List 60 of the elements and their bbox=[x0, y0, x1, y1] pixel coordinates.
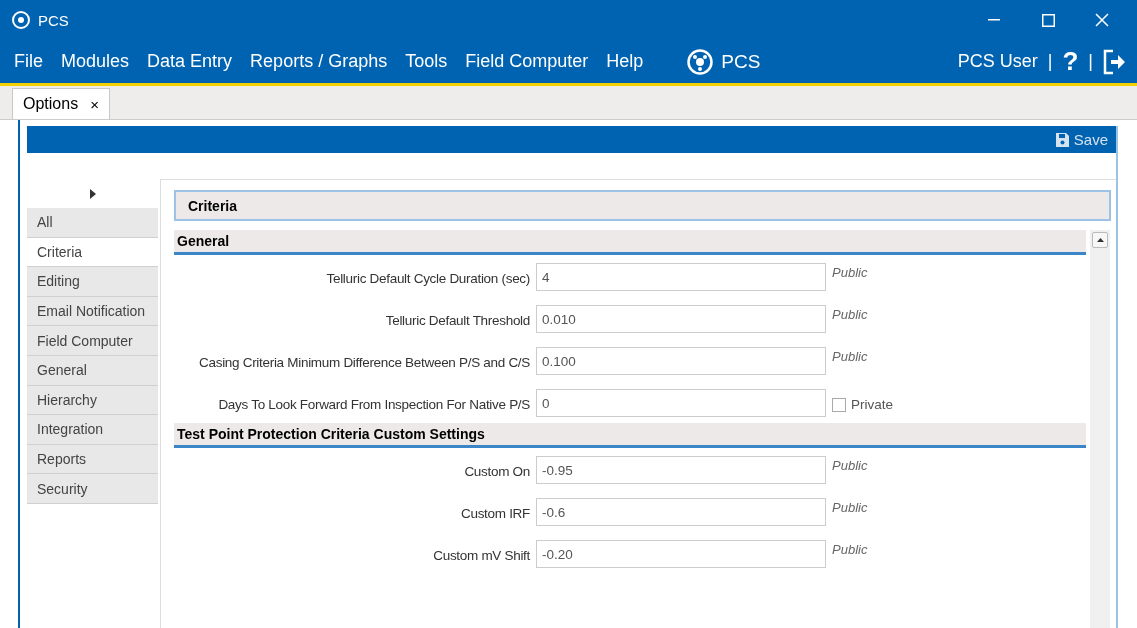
logout-icon[interactable] bbox=[1103, 48, 1127, 75]
input-field[interactable]: -0.6 bbox=[536, 498, 826, 526]
field-label: Custom mV Shift bbox=[432, 547, 531, 563]
menu-item[interactable]: Data Entry bbox=[147, 51, 233, 72]
save-button[interactable]: Save bbox=[1055, 131, 1108, 148]
input-field[interactable]: -0.95 bbox=[536, 456, 826, 484]
tab-close-button[interactable]: × bbox=[90, 95, 99, 113]
up-arrow-icon bbox=[1096, 238, 1104, 242]
minimize-icon bbox=[988, 19, 1000, 21]
help-button[interactable]: ? bbox=[1062, 46, 1079, 77]
field-label: Casing Criteria Minimum Difference Between P/S and C/S bbox=[198, 354, 531, 370]
input-field[interactable]: 4 bbox=[536, 263, 826, 291]
field-label: Days To Look Forward From Inspection For Native P/S bbox=[217, 396, 531, 412]
window-title: PCS bbox=[38, 11, 70, 29]
expand-icon[interactable] bbox=[89, 188, 96, 199]
panel-title: Criteria bbox=[174, 190, 1111, 221]
scroll-up-button[interactable] bbox=[1092, 232, 1108, 248]
sidebar-item[interactable]: Security bbox=[27, 474, 158, 504]
input-field[interactable]: -0.20 bbox=[536, 540, 826, 568]
checkbox-label: Private bbox=[851, 397, 894, 412]
input-field[interactable]: 0.100 bbox=[536, 347, 826, 375]
input-field[interactable]: 0.010 bbox=[536, 305, 826, 333]
separator: | bbox=[1088, 51, 1093, 72]
sidebar-item[interactable]: Integration bbox=[27, 415, 158, 445]
input-field[interactable]: 0 bbox=[536, 389, 826, 417]
sidebar-item[interactable]: All bbox=[27, 208, 158, 238]
section-header: Test Point Protection Criteria Custom Settings bbox=[174, 423, 1086, 448]
sidebar-item[interactable]: Field Computer bbox=[27, 326, 158, 356]
menu-item[interactable]: Field Computer bbox=[465, 51, 589, 72]
options-tab[interactable]: Options × bbox=[12, 88, 110, 119]
menu-item[interactable]: Help bbox=[606, 51, 644, 72]
separator: | bbox=[1047, 51, 1053, 72]
field-label: Custom IRF bbox=[460, 505, 531, 521]
visibility-label: Public bbox=[832, 307, 868, 322]
sidebar-item[interactable]: Editing bbox=[27, 267, 158, 297]
sidebar-item[interactable]: Hierarchy bbox=[27, 385, 158, 416]
field-label: Custom On bbox=[463, 463, 531, 479]
sidebar-item[interactable]: General bbox=[27, 355, 158, 386]
brand-name: PCS bbox=[721, 50, 761, 73]
close-icon bbox=[1095, 13, 1109, 27]
menu-item[interactable]: Modules bbox=[61, 51, 130, 72]
visibility-label: Public bbox=[832, 500, 868, 515]
visibility-label: Public bbox=[832, 265, 868, 280]
logo-icon bbox=[12, 11, 30, 29]
menu-item[interactable]: File bbox=[14, 51, 43, 72]
menu-item[interactable]: Reports / Graphs bbox=[250, 51, 388, 72]
field-label: Telluric Default Threshold bbox=[384, 312, 531, 328]
menu-item[interactable]: Tools bbox=[405, 51, 448, 72]
visibility-label: Public bbox=[832, 349, 868, 364]
section-header: General bbox=[174, 230, 1086, 255]
field-label: Telluric Default Cycle Duration (sec) bbox=[325, 270, 531, 286]
visibility-label: Public bbox=[832, 542, 868, 557]
maximize-icon bbox=[1041, 13, 1055, 27]
sidebar-item[interactable]: Reports bbox=[27, 444, 158, 475]
scrollbar[interactable] bbox=[1090, 230, 1110, 628]
visibility-label: Public bbox=[832, 458, 868, 473]
user-name[interactable]: PCS User bbox=[957, 51, 1038, 72]
sidebar-item[interactable]: Email Notification bbox=[27, 296, 158, 327]
private-checkbox[interactable] bbox=[832, 397, 846, 412]
logo-icon bbox=[687, 48, 714, 75]
